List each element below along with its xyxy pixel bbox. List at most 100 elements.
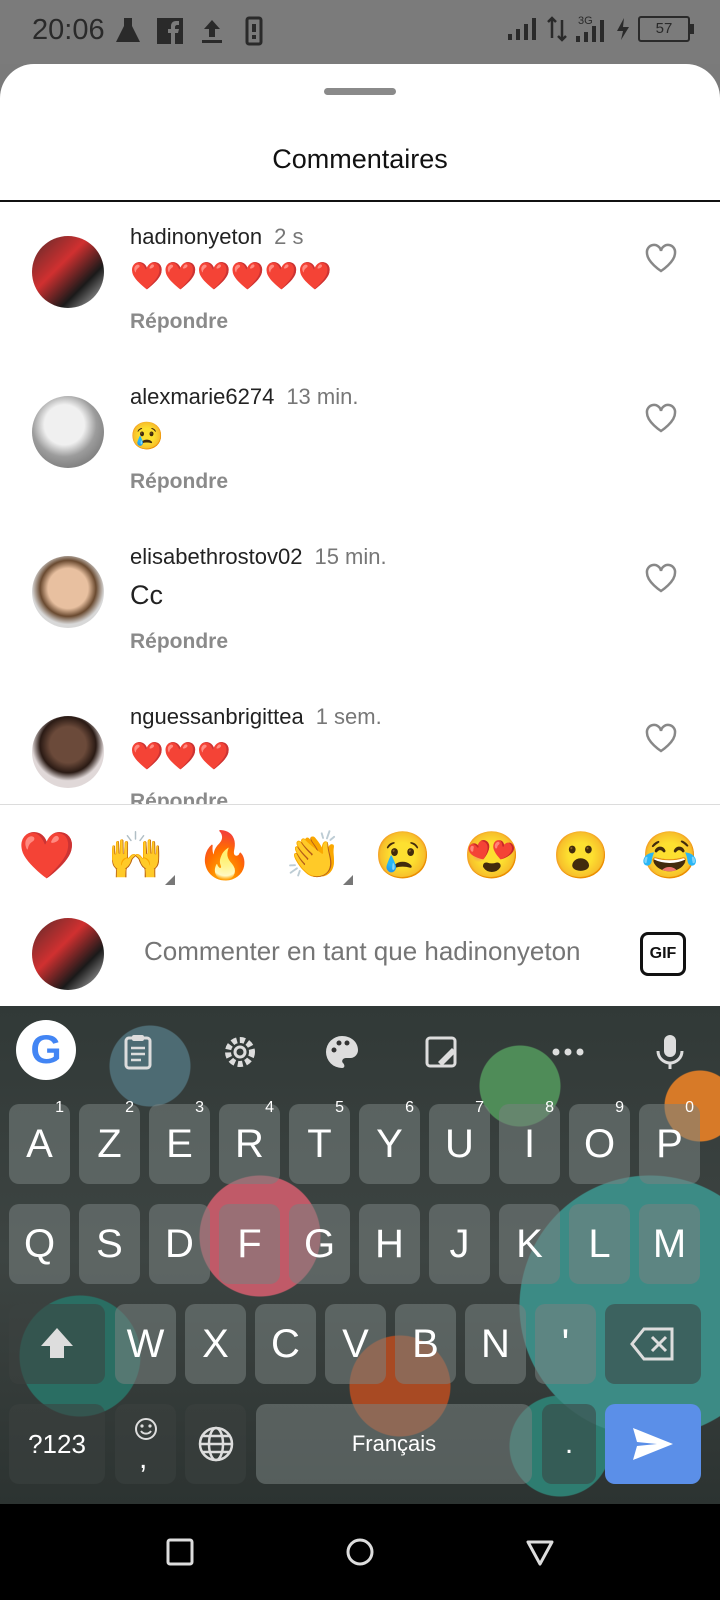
period-key[interactable]: .	[542, 1404, 596, 1484]
google-icon[interactable]: G	[16, 1020, 76, 1080]
comment-time: 1 sem.	[315, 704, 382, 729]
key-g[interactable]: G	[289, 1204, 350, 1284]
emoji-raised-hands-button[interactable]: 🙌	[107, 827, 175, 885]
avatar[interactable]	[32, 556, 104, 628]
key-s[interactable]: S	[79, 1204, 140, 1284]
space-bar[interactable]: Français	[256, 1404, 532, 1484]
emoji-heart-button[interactable]: ❤️	[18, 827, 75, 883]
recent-apps-icon[interactable]	[164, 1536, 196, 1568]
avatar[interactable]	[32, 396, 104, 468]
comment-username[interactable]: nguessanbrigittea 1 sem.	[130, 704, 382, 730]
comment-text: 😢	[130, 421, 164, 451]
comment-text: ❤️❤️❤️❤️❤️❤️	[130, 261, 332, 291]
comment-list[interactable]: hadinonyeton 2 s ❤️❤️❤️❤️❤️❤️ Répondre al…	[0, 202, 720, 868]
drag-handle[interactable]	[324, 88, 396, 95]
comment-input[interactable]	[144, 936, 604, 967]
comment-time: 2 s	[274, 224, 304, 249]
key-z[interactable]: Z2	[79, 1099, 140, 1184]
key-a[interactable]: A1	[9, 1099, 70, 1184]
key-l[interactable]: L	[569, 1204, 630, 1284]
comma-label: ,	[139, 1442, 148, 1475]
gif-button[interactable]: GIF	[640, 932, 686, 976]
key-e[interactable]: E3	[149, 1099, 210, 1184]
key-u[interactable]: U7	[429, 1099, 490, 1184]
emoji-heart-eyes-button[interactable]: 😍	[463, 827, 520, 883]
settings-gear-icon[interactable]	[220, 1032, 260, 1072]
reply-button[interactable]: Répondre	[130, 470, 228, 494]
upload-icon	[202, 20, 222, 43]
key-i[interactable]: I8	[499, 1099, 560, 1184]
key-c[interactable]: C	[255, 1304, 316, 1384]
home-icon[interactable]	[344, 1536, 376, 1568]
avatar[interactable]	[32, 236, 104, 308]
key-t[interactable]: T5	[289, 1099, 350, 1184]
key-o[interactable]: O9	[569, 1099, 630, 1184]
comment-username[interactable]: elisabethrostov02 15 min.	[130, 544, 387, 570]
key-q[interactable]: Q	[9, 1204, 70, 1284]
send-key[interactable]	[605, 1404, 701, 1484]
emoji-clap-button[interactable]: 👏	[285, 827, 353, 885]
key-y[interactable]: Y6	[359, 1099, 420, 1184]
backspace-icon	[630, 1327, 674, 1361]
key-apostrophe[interactable]: '	[535, 1304, 596, 1384]
svg-text:3G: 3G	[578, 15, 593, 27]
key-m[interactable]: M	[639, 1204, 700, 1284]
key-w[interactable]: W	[115, 1304, 176, 1384]
key-n[interactable]: N	[465, 1304, 526, 1384]
like-heart-icon[interactable]	[644, 722, 678, 754]
skin-tone-indicator	[165, 875, 175, 885]
clipboard-icon[interactable]	[118, 1032, 158, 1072]
phone-vibrate-icon	[245, 16, 263, 46]
translate-icon[interactable]	[422, 1032, 462, 1072]
key-j[interactable]: J	[429, 1204, 490, 1284]
comment-username[interactable]: hadinonyeton 2 s	[130, 224, 303, 250]
symbols-key[interactable]: ?123	[9, 1404, 105, 1484]
comment-text: ❤️❤️❤️	[130, 741, 231, 771]
emoji-comma-key[interactable]: ,	[115, 1404, 176, 1484]
comment-item: elisabethrostov02 15 min. Cc Répondre	[0, 522, 720, 682]
like-heart-icon[interactable]	[644, 242, 678, 274]
emoji-crying-button[interactable]: 😢	[374, 827, 431, 883]
shift-key[interactable]	[9, 1304, 105, 1384]
more-options-icon[interactable]	[548, 1032, 588, 1072]
sheet-title: Commentaires	[272, 144, 448, 174]
system-nav-bar	[0, 1504, 720, 1600]
facebook-icon	[157, 18, 183, 44]
backspace-key[interactable]	[605, 1304, 701, 1384]
like-heart-icon[interactable]	[644, 402, 678, 434]
back-icon[interactable]	[524, 1536, 556, 1568]
status-time: 20:06	[32, 14, 105, 46]
globe-icon	[198, 1426, 233, 1462]
key-v[interactable]: V	[325, 1304, 386, 1384]
comment-item: alexmarie6274 13 min. 😢 Répondre	[0, 362, 720, 522]
key-k[interactable]: K	[499, 1204, 560, 1284]
battery-indicator: 57	[638, 16, 694, 42]
emoji-fire-button[interactable]: 🔥	[196, 827, 253, 883]
keyboard: G A1 Z2 E3 R4 T5 Y6 U7 I8 O9 P0 Q S D F …	[0, 1006, 720, 1504]
comment-username[interactable]: alexmarie6274 13 min.	[130, 384, 358, 410]
palette-icon[interactable]	[322, 1032, 362, 1072]
key-h[interactable]: H	[359, 1204, 420, 1284]
send-arrow-icon	[633, 1428, 673, 1460]
key-r[interactable]: R4	[219, 1099, 280, 1184]
language-key[interactable]	[185, 1404, 246, 1484]
reply-button[interactable]: Répondre	[130, 310, 228, 334]
key-x[interactable]: X	[185, 1304, 246, 1384]
emoji-laughing-button[interactable]: 😂	[641, 827, 698, 883]
reply-button[interactable]: Répondre	[130, 630, 228, 654]
microphone-icon[interactable]	[650, 1032, 690, 1072]
comment-time: 15 min.	[314, 544, 387, 569]
emoji-surprised-button[interactable]: 😮	[552, 827, 609, 883]
key-b[interactable]: B	[395, 1304, 456, 1384]
shift-arrow-icon	[41, 1328, 73, 1358]
avatar[interactable]	[32, 716, 104, 788]
key-p[interactable]: P0	[639, 1099, 700, 1184]
comment-item: hadinonyeton 2 s ❤️❤️❤️❤️❤️❤️ Répondre	[0, 202, 720, 362]
flask-icon	[116, 18, 140, 42]
key-d[interactable]: D	[149, 1204, 210, 1284]
key-f[interactable]: F	[219, 1204, 280, 1284]
like-heart-icon[interactable]	[644, 562, 678, 594]
comment-text: Cc	[130, 580, 163, 610]
avatar	[32, 918, 104, 990]
status-bar: 20:06 3G 57	[0, 0, 720, 64]
